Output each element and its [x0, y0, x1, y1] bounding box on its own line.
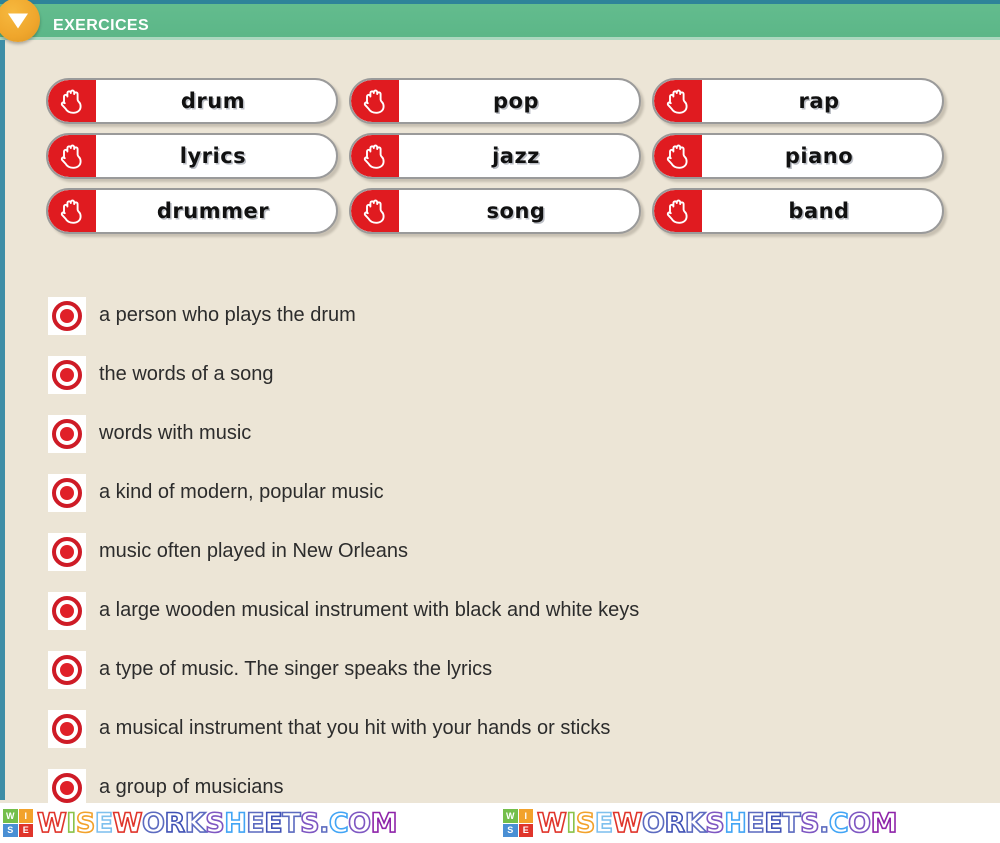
hand-icon — [351, 190, 399, 232]
logo-tile-i: I — [518, 809, 533, 823]
exercise-header-bar: EXERCICES — [0, 0, 1000, 42]
down-triangle-icon — [0, 0, 40, 42]
word-button-jazz[interactable]: jazz — [349, 133, 641, 179]
word-row: drummer song band — [46, 188, 946, 234]
word-bank: drum pop rap lyrics jazz piano drummer s… — [46, 78, 946, 243]
radio-button[interactable] — [48, 591, 86, 630]
hand-icon — [48, 80, 96, 122]
logo-tile-e: E — [518, 823, 533, 837]
radio-icon — [52, 536, 82, 567]
word-button-label: piano — [784, 144, 854, 168]
hand-icon — [48, 135, 96, 177]
radio-button[interactable] — [48, 709, 86, 748]
radio-button[interactable] — [48, 414, 86, 453]
radio-dot — [60, 721, 74, 736]
radio-dot — [60, 662, 74, 677]
list-item[interactable]: the words of a song — [48, 345, 958, 404]
definition-text: a kind of modern, popular music — [99, 481, 384, 503]
radio-icon — [52, 477, 82, 508]
word-button-label: drummer — [156, 199, 270, 223]
radio-dot — [60, 367, 74, 382]
radio-dot — [60, 780, 74, 795]
radio-dot — [60, 485, 74, 500]
page-title: EXERCICES — [53, 17, 150, 34]
radio-icon — [52, 772, 82, 803]
word-button-band[interactable]: band — [652, 188, 944, 234]
watermark-unit: W I S E WISEWORKSHEETS.COM — [500, 803, 1000, 843]
watermark-unit: W I S E WISEWORKSHEETS.COM — [0, 803, 500, 843]
definition-list: a person who plays the drum the words of… — [48, 286, 958, 817]
list-item[interactable]: a kind of modern, popular music — [48, 463, 958, 522]
radio-button[interactable] — [48, 296, 86, 335]
radio-icon — [52, 713, 82, 744]
list-item[interactable]: music often played in New Orleans — [48, 522, 958, 581]
header-sheen — [0, 37, 1000, 40]
radio-icon — [52, 595, 82, 626]
word-row: drum pop rap — [46, 78, 946, 124]
radio-icon — [52, 654, 82, 685]
list-item[interactable]: a person who plays the drum — [48, 286, 958, 345]
logo-tile-i: I — [18, 809, 33, 823]
word-button-song[interactable]: song — [349, 188, 641, 234]
definition-text: words with music — [99, 422, 252, 444]
definition-text: a large wooden musical instrument with b… — [99, 599, 640, 621]
list-item[interactable]: words with music — [48, 404, 958, 463]
definition-text: the words of a song — [99, 363, 274, 385]
radio-button[interactable] — [48, 532, 86, 571]
word-button-label: band — [788, 199, 850, 223]
definition-text: a group of musicians — [99, 776, 284, 798]
radio-icon — [52, 300, 82, 331]
definition-text: a musical instrument that you hit with y… — [99, 717, 611, 739]
word-button-rap[interactable]: rap — [652, 78, 944, 124]
list-item[interactable]: a type of music. The singer speaks the l… — [48, 640, 958, 699]
definition-text: a person who plays the drum — [99, 304, 356, 326]
list-item[interactable]: a musical instrument that you hit with y… — [48, 699, 958, 758]
word-button-label: rap — [798, 89, 840, 113]
hand-icon — [654, 190, 702, 232]
definition-text: a type of music. The singer speaks the l… — [99, 658, 493, 680]
radio-icon — [52, 418, 82, 449]
hand-icon — [654, 135, 702, 177]
radio-icon — [52, 359, 82, 390]
hand-icon — [351, 135, 399, 177]
word-button-lyrics[interactable]: lyrics — [46, 133, 338, 179]
radio-button[interactable] — [48, 355, 86, 394]
word-button-piano[interactable]: piano — [652, 133, 944, 179]
word-button-drum[interactable]: drum — [46, 78, 338, 124]
logo-tile-e: E — [18, 823, 33, 837]
radio-button[interactable] — [48, 473, 86, 512]
logo-tile-s: S — [3, 823, 18, 837]
list-item[interactable]: a large wooden musical instrument with b… — [48, 581, 958, 640]
radio-button[interactable] — [48, 650, 86, 689]
hand-icon — [351, 80, 399, 122]
wise-logo-icon: W I S E — [3, 809, 33, 837]
footer-watermark: W I S E WISEWORKSHEETS.COM W I S E WISEW… — [0, 803, 1000, 843]
worksheet-page: EXERCICES drum pop rap lyrics jazz piano… — [0, 0, 1000, 843]
word-button-label: song — [486, 199, 546, 223]
definition-text: music often played in New Orleans — [99, 540, 409, 562]
watermark-text: WISEWORKSHEETS.COM — [36, 807, 398, 839]
radio-dot — [60, 426, 74, 441]
hand-icon — [654, 80, 702, 122]
logo-tile-w: W — [503, 809, 518, 823]
word-row: lyrics jazz piano — [46, 133, 946, 179]
hand-icon — [48, 190, 96, 232]
radio-dot — [60, 544, 74, 559]
radio-dot — [60, 308, 74, 323]
left-accent-edge — [0, 40, 5, 800]
word-button-label: jazz — [492, 144, 540, 168]
word-button-label: lyrics — [179, 144, 247, 168]
logo-tile-w: W — [3, 809, 18, 823]
logo-tile-s: S — [503, 823, 518, 837]
radio-button[interactable] — [48, 768, 86, 807]
word-button-label: drum — [180, 89, 246, 113]
word-button-drummer[interactable]: drummer — [46, 188, 338, 234]
word-button-pop[interactable]: pop — [349, 78, 641, 124]
watermark-text: WISEWORKSHEETS.COM — [536, 807, 898, 839]
word-button-label: pop — [493, 89, 539, 113]
radio-dot — [60, 603, 74, 618]
wise-logo-icon: W I S E — [503, 809, 533, 837]
